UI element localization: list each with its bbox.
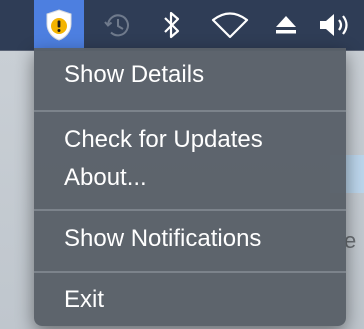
menu-separator [34, 209, 346, 211]
menu-item-show-details[interactable]: Show Details [34, 60, 346, 90]
menu-separator [34, 271, 346, 273]
time-machine-icon [104, 14, 129, 37]
volume-item[interactable] [316, 0, 364, 50]
shield-warning-icon [46, 9, 72, 41]
menu-item-check-for-updates[interactable]: Check for Updates [34, 125, 346, 155]
security-status-item[interactable] [34, 0, 84, 50]
wifi-icon [211, 12, 249, 39]
menu-separator [34, 110, 346, 112]
menu-item-exit[interactable]: Exit [34, 285, 346, 315]
bluetooth-item[interactable] [150, 0, 194, 50]
wifi-item[interactable] [202, 0, 258, 50]
eject-icon [276, 16, 296, 34]
menu-bar [0, 0, 364, 51]
status-menu: Show Details Check for Updates About... … [34, 48, 346, 326]
bluetooth-icon [164, 11, 180, 39]
volume-icon [320, 14, 348, 36]
time-machine-item[interactable] [92, 0, 142, 50]
eject-item[interactable] [264, 0, 308, 50]
menu-item-show-notifications[interactable]: Show Notifications [34, 224, 346, 254]
menu-item-about[interactable]: About... [34, 163, 346, 193]
